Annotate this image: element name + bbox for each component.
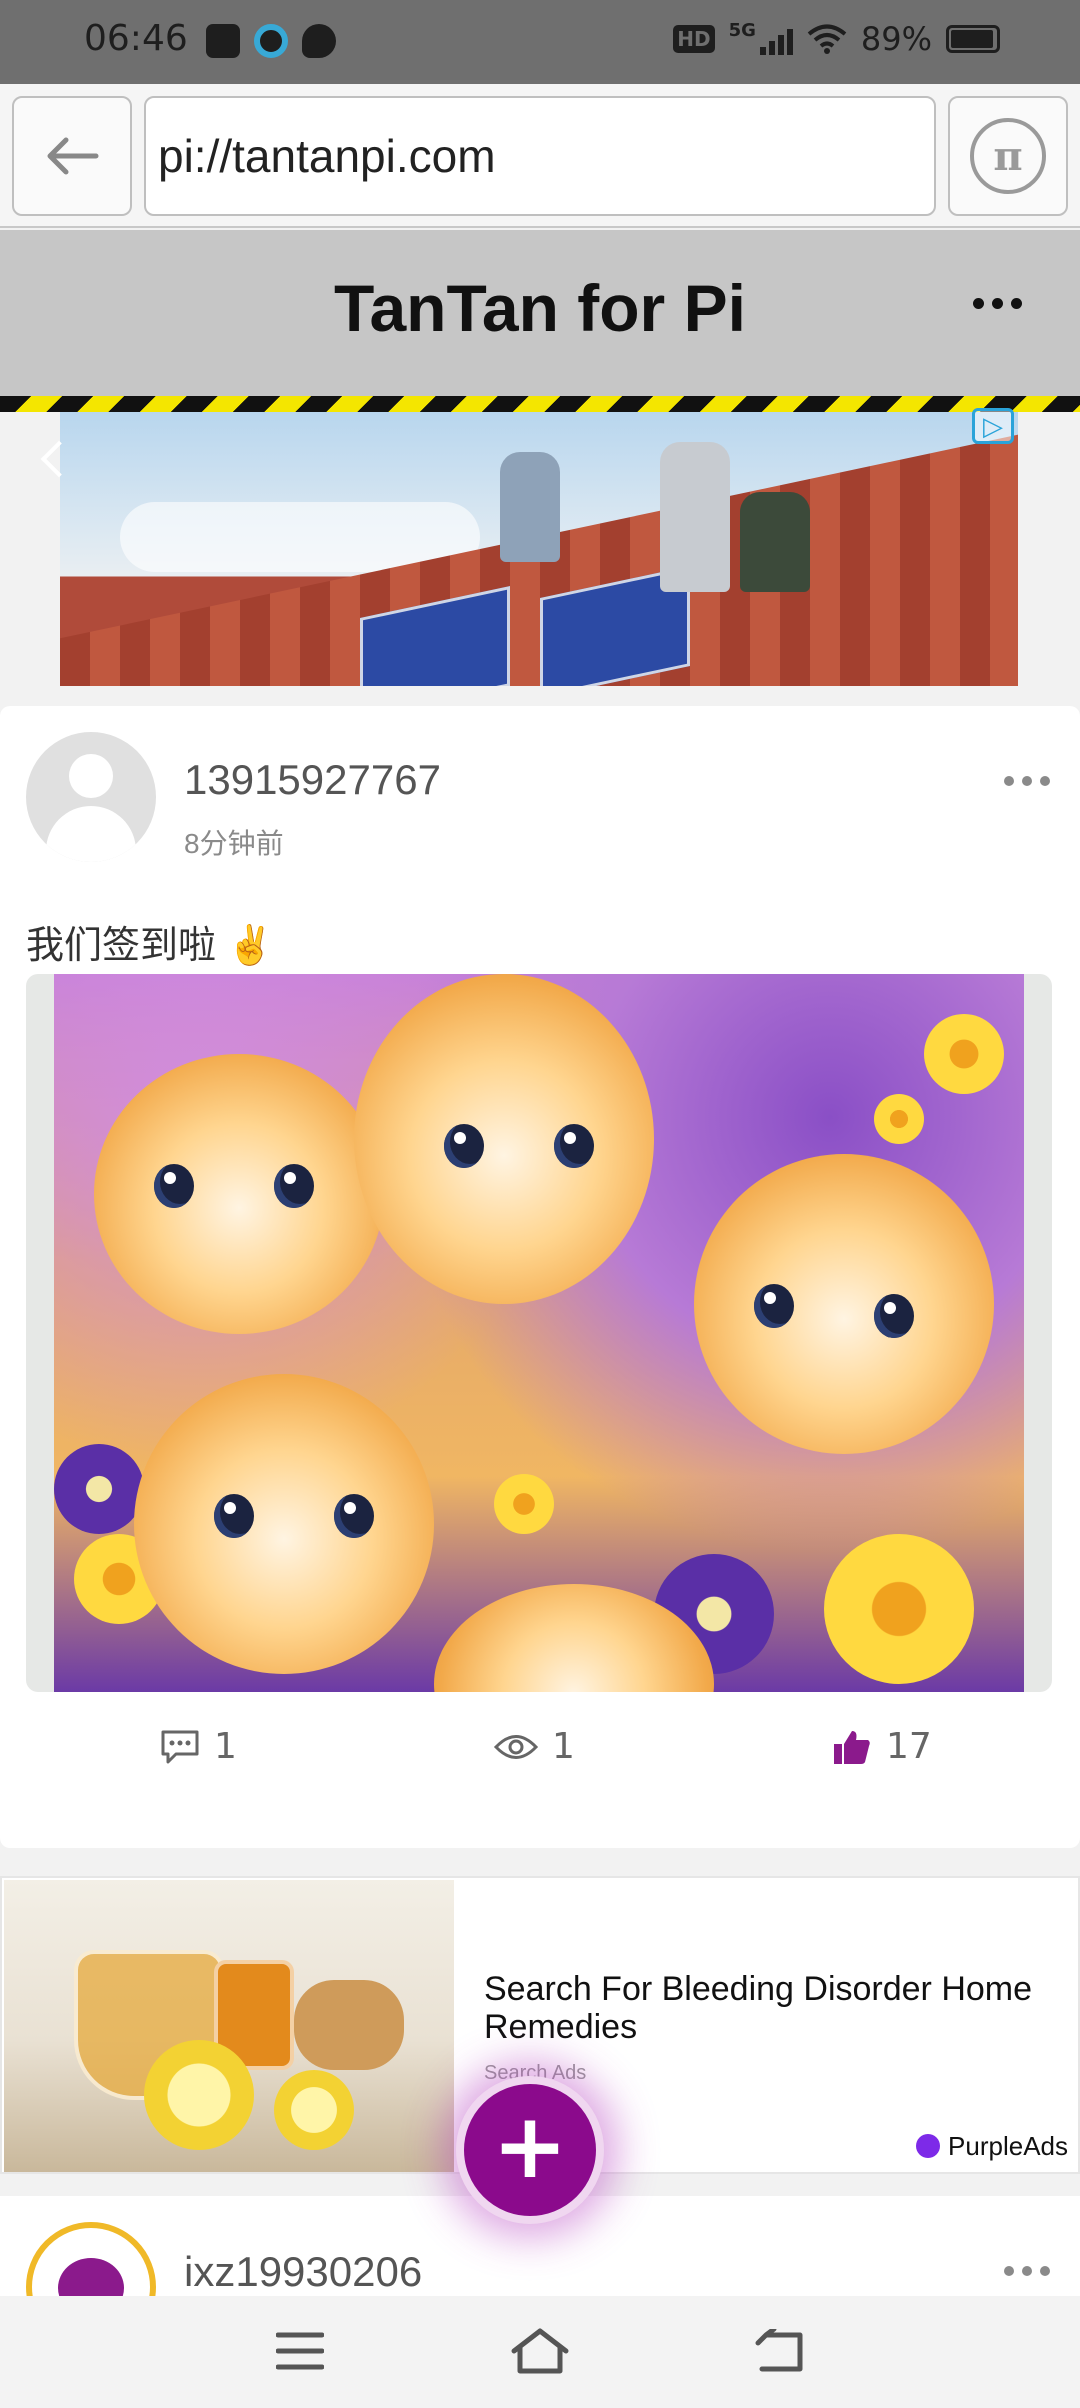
hazard-stripe xyxy=(0,396,1080,412)
recent-apps-button[interactable] xyxy=(260,2316,340,2386)
post-more-icon[interactable] xyxy=(1004,2266,1050,2276)
post-text: 我们签到啦 ✌️ xyxy=(26,925,274,967)
like-button[interactable]: 17 xyxy=(832,1726,932,1767)
battery-icon xyxy=(946,25,1000,53)
chat-bubble-icon xyxy=(302,24,336,58)
status-bar: 06:46 HD 5G 89% xyxy=(0,0,1080,84)
browser-toolbar: pi://tantanpi.com π xyxy=(0,84,1080,228)
comment-icon xyxy=(161,1730,199,1763)
notification-icons xyxy=(206,24,336,58)
avatar[interactable] xyxy=(26,732,156,862)
hd-badge: HD xyxy=(673,25,715,53)
post-more-icon[interactable] xyxy=(1004,776,1050,786)
post-card: 13915927767 8分钟前 我们签到啦 ✌️ 1 1 17 xyxy=(0,706,1080,1848)
network-type: 5G xyxy=(728,20,756,41)
post-image[interactable] xyxy=(26,974,1052,1692)
plus-icon: + xyxy=(492,2094,568,2199)
like-count: 17 xyxy=(886,1726,932,1767)
home-button[interactable] xyxy=(500,2316,580,2386)
banner-ad[interactable] xyxy=(60,412,1018,686)
pi-logo-icon: π xyxy=(970,118,1046,194)
home-icon xyxy=(511,2328,569,2374)
ad-choices-icon[interactable]: ▷ xyxy=(972,408,1014,444)
menu-icon xyxy=(276,2332,324,2370)
pi-browser-button[interactable]: π xyxy=(948,96,1068,216)
system-nav-bar xyxy=(0,2296,1080,2408)
comment-button[interactable]: 1 xyxy=(160,1726,237,1767)
purpleads-badge[interactable]: PurpleAds xyxy=(908,2128,1076,2164)
signal-icon xyxy=(759,23,793,55)
post-actions: 1 1 17 xyxy=(0,1726,1080,1786)
system-back-button[interactable] xyxy=(740,2316,820,2386)
back-button[interactable] xyxy=(12,96,132,216)
return-icon xyxy=(755,2329,803,2372)
gallery-icon xyxy=(206,24,240,58)
app-title: TanTan for Pi xyxy=(334,271,746,345)
more-icon[interactable] xyxy=(973,298,1022,309)
create-post-button[interactable]: + xyxy=(456,2076,604,2224)
ad-title[interactable]: Search For Bleeding Disorder Home Remedi… xyxy=(484,1970,1054,2046)
ad-image xyxy=(4,1880,454,2172)
thumbs-up-icon xyxy=(834,1730,870,1764)
avatar[interactable] xyxy=(26,2222,156,2296)
url-input[interactable]: pi://tantanpi.com xyxy=(144,96,936,216)
url-text: pi://tantanpi.com xyxy=(158,130,496,182)
status-right: HD 5G 89% xyxy=(673,20,1000,58)
comment-count: 1 xyxy=(214,1726,237,1767)
status-time: 06:46 xyxy=(84,18,188,59)
post-username[interactable]: ixz19930206 xyxy=(184,2248,422,2296)
app-header: TanTan for Pi xyxy=(0,230,1080,396)
eye-icon xyxy=(494,1734,538,1759)
purpleads-label: PurpleAds xyxy=(948,2130,1068,2161)
views-indicator: 1 xyxy=(494,1726,575,1767)
wifi-icon xyxy=(807,24,847,54)
post-username[interactable]: 13915927767 xyxy=(184,756,441,804)
view-count: 1 xyxy=(552,1726,575,1767)
purpleads-logo-icon xyxy=(916,2134,941,2158)
battery-percent: 89% xyxy=(860,20,932,58)
arrow-left-icon xyxy=(47,137,99,175)
post-timestamp: 8分钟前 xyxy=(184,828,284,859)
camera-circle-icon xyxy=(254,24,288,58)
